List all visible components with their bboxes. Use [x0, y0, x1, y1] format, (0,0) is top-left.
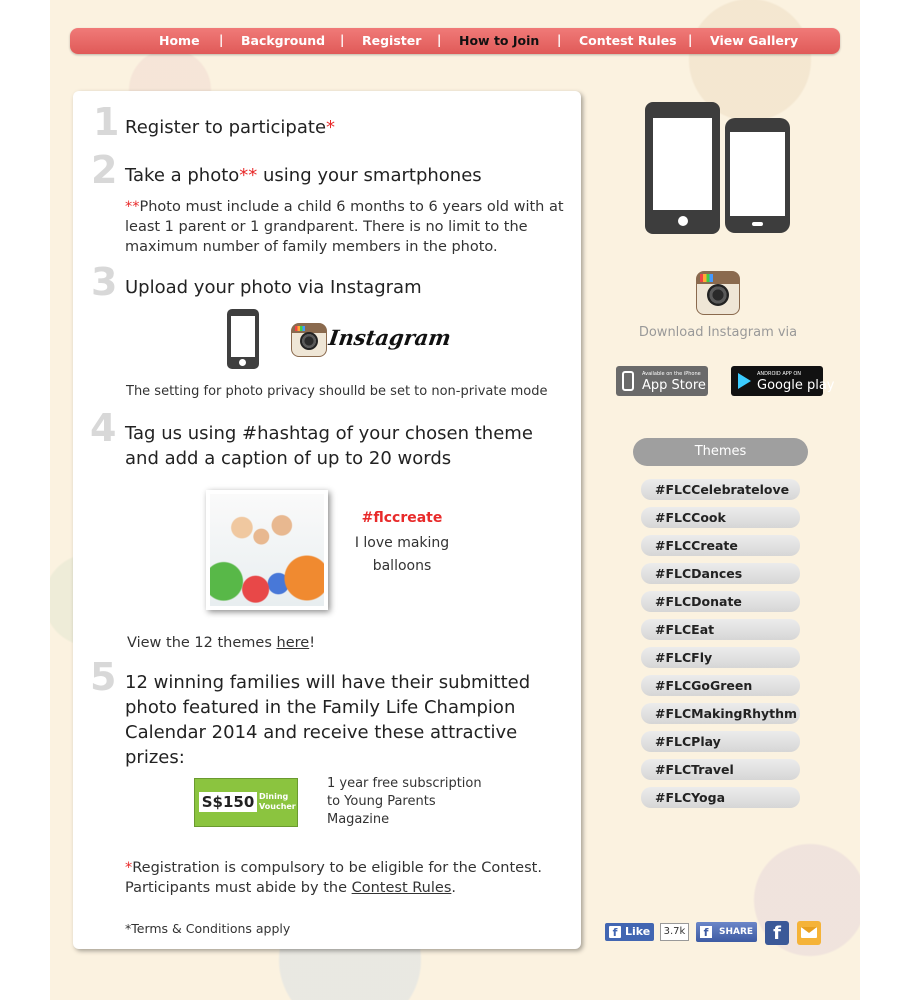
step-2-text-post: using your smartphones — [257, 165, 482, 186]
footnote-mark: ** — [125, 199, 140, 215]
like-label: Like — [625, 925, 651, 938]
nav-view-gallery[interactable]: View Gallery — [710, 33, 798, 48]
theme-item[interactable]: #FLCDances — [641, 563, 800, 584]
how-to-join-card: 1 Register to participate* 2 Take a phot… — [73, 91, 581, 949]
prize-magazine-text: 1 year free subscription to Young Parent… — [327, 776, 482, 827]
facebook-like-button[interactable]: f Like — [605, 923, 654, 941]
step-number-2: 2 — [91, 148, 118, 192]
nav-separator: | — [437, 33, 442, 47]
step-1-heading: Register to participate* — [125, 115, 335, 140]
nav-separator: | — [557, 33, 562, 47]
registration-note: *Registration is compulsory to be eligib… — [125, 858, 570, 898]
nav-how-to-join[interactable]: How to Join — [459, 33, 539, 48]
step-number-5: 5 — [90, 655, 117, 699]
main-nav: Home | Background | Register | How to Jo… — [70, 28, 840, 54]
nav-contest-rules[interactable]: Contest Rules — [579, 33, 677, 48]
instagram-wordmark: Instagram — [327, 325, 453, 350]
nav-background[interactable]: Background — [241, 33, 325, 48]
nav-separator: | — [688, 33, 693, 47]
apple-icon — [622, 371, 634, 391]
smartphone-icon — [725, 118, 790, 233]
themes-header: Themes — [633, 438, 808, 466]
themes-here-link[interactable]: here — [277, 635, 310, 651]
step-1-text: Register to participate — [125, 117, 327, 138]
theme-item[interactable]: #FLCCook — [641, 507, 800, 528]
theme-item[interactable]: #FLCCreate — [641, 535, 800, 556]
step-3-heading: Upload your photo via Instagram — [125, 277, 422, 298]
step-5-heading: 12 winning families will have their subm… — [125, 672, 531, 768]
example-caption: I love making balloons — [354, 535, 450, 574]
theme-item[interactable]: #FLCEat — [641, 619, 800, 640]
step-3-note: The setting for photo privacy shoulld be… — [126, 384, 548, 399]
app-store-big-text: App Store — [642, 378, 706, 393]
example-family-photo — [206, 490, 328, 610]
nav-home[interactable]: Home — [159, 33, 200, 48]
theme-item[interactable]: #FLCCelebratelove — [641, 479, 800, 500]
step-2-text-pre: Take a photo — [125, 165, 240, 186]
share-label: SHARE — [719, 927, 754, 937]
nav-separator: | — [340, 33, 345, 47]
nav-register[interactable]: Register — [362, 33, 421, 48]
nav-separator: | — [219, 33, 224, 47]
step-number-1: 1 — [93, 100, 120, 144]
instagram-icon — [291, 323, 327, 357]
voucher-label: Dining Voucher — [259, 792, 296, 812]
like-count: 3.7k — [660, 923, 689, 941]
smartphone-icon — [227, 309, 259, 369]
mail-icon[interactable] — [797, 921, 821, 945]
example-hashtag: #flccreate — [361, 510, 443, 526]
app-store-button[interactable]: Available on the iPhone App Store — [616, 366, 708, 396]
view-themes-text: View the 12 themes — [127, 635, 277, 651]
theme-item[interactable]: #FLCDonate — [641, 591, 800, 612]
voucher-label-line: Dining — [259, 792, 289, 801]
terms-conditions: *Terms & Conditions apply — [125, 921, 291, 936]
google-play-button[interactable]: ANDROID APP ON Google play — [731, 366, 835, 396]
app-store-small-text: Available on the iPhone — [642, 371, 701, 377]
theme-item[interactable]: #FLCGoGreen — [641, 675, 800, 696]
theme-item[interactable]: #FLCMakingRhythm — [641, 703, 800, 724]
required-mark: * — [326, 117, 336, 138]
google-play-small-text: ANDROID APP ON — [757, 371, 802, 377]
step-2-note: **Photo must include a child 6 months to… — [125, 197, 565, 257]
voucher-label-line: Voucher — [259, 802, 296, 811]
facebook-icon[interactable]: f — [765, 921, 789, 945]
smartphone-icon — [645, 102, 720, 234]
facebook-icon: f — [609, 926, 621, 939]
registration-note-end: . — [451, 880, 456, 896]
voucher-amount: S$150 — [199, 792, 257, 812]
theme-item[interactable]: #FLCTravel — [641, 759, 800, 780]
google-play-icon — [738, 373, 751, 389]
step-4-heading: Tag us using #hashtag of your chosen the… — [125, 423, 533, 469]
view-themes-exclaim: ! — [309, 635, 316, 651]
facebook-share-button[interactable]: f SHARE — [696, 922, 757, 942]
view-themes-line: View the 12 themes here! — [127, 633, 315, 653]
theme-item[interactable]: #FLCPlay — [641, 731, 800, 752]
contest-rules-link[interactable]: Contest Rules — [352, 880, 452, 896]
theme-item[interactable]: #FLCYoga — [641, 787, 800, 808]
theme-item[interactable]: #FLCFly — [641, 647, 800, 668]
registration-note-text: Registration is compulsory to be eligibl… — [125, 860, 542, 896]
footnote-mark: ** — [239, 165, 258, 186]
dining-voucher-image: S$150 Dining Voucher — [194, 778, 298, 827]
step-2-note-text: Photo must include a child 6 months to 6… — [125, 199, 564, 255]
download-instagram-text: Download Instagram via — [638, 325, 798, 340]
google-play-big-text: Google play — [757, 378, 835, 393]
facebook-icon: f — [700, 926, 712, 939]
step-number-3: 3 — [91, 260, 118, 304]
step-2-heading: Take a photo** using your smartphones — [125, 163, 482, 188]
instagram-icon[interactable] — [696, 271, 740, 315]
step-number-4: 4 — [90, 406, 117, 450]
